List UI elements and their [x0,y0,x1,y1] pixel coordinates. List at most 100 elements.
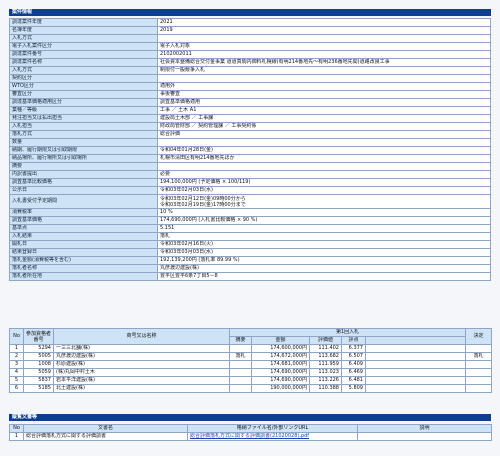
info-row: 調達案件名称 社会資本整備総合交付金事業 道道真駒内御料札幌線(有明214番地先～… [9,58,491,67]
info-value: 令和03年02月16日(火) [157,240,491,249]
doc-col-no: No [9,424,24,433]
result-name: 一三三北舗(株) [53,344,230,353]
result-blank [364,352,467,361]
info-key: 落札者名称 [9,264,158,273]
info-row: 入札方式 制限付一般競争入札 [9,66,491,75]
result-eval: 113.682 [309,352,342,361]
result-bidder-no: 5294 [23,344,54,353]
info-key: 入札方式 [9,34,158,43]
info-row: 調達案件年度 2021 [9,18,491,27]
result-remark [229,344,252,353]
info-row: 契約区分 [9,74,491,83]
doc-file-link[interactable]: 総合評価落札方式に関する評価調書(21020028).pdf [190,434,309,440]
info-value: 建設局土木部 ／ 工事課 [157,114,491,123]
col-score: 評点 [341,336,366,345]
info-value: 令和03年02月03日(水) [157,186,491,195]
info-row: 納品場所、履行場所又は引取場所 札幌市清田区有明214番地先ほか [9,154,491,163]
result-bidder-no: 5059 [23,368,54,377]
info-key: 調達基準価格適用区分 [9,98,158,107]
result-row: 6 5185 北土建設(株) 190,000,000円 110.388 5.809 [9,384,493,393]
info-value: 総合評価 [157,130,491,139]
info-value: 2102002011 [157,50,491,59]
documents-table: No 文書名 格納ファイル名/外部リンクURL 説明 1 総合評価落札方式に関する… [9,424,492,441]
result-decision [465,376,493,385]
info-row: 基準点 5.151 [9,224,491,233]
result-amount: 174,690,000円 [251,368,310,377]
result-no: 4 [9,368,24,377]
result-amount: 174,690,000円 [251,376,310,385]
info-row: 審査区分 事後審査 [9,90,491,99]
result-remark [229,376,252,385]
result-row: 1 5294 一三三北舗(株) 174,600,000円 111.402 6.377 [9,344,493,353]
info-key: 消費税率 [9,208,158,217]
result-amount: 174,681,000円 [251,360,310,369]
doc-col-name: 文書名 [23,424,188,433]
result-bidder-no: 5837 [23,376,54,385]
doc-col-note: 説明 [357,424,492,433]
result-bidder-no: 5185 [23,384,54,393]
info-key: 内訳書提出 [9,170,158,179]
result-blank [364,368,467,377]
info-row: 落札方式 総合評価 [9,130,491,139]
result-row: 5 5837 岩本平洋建設(株) 174,690,000円 113.226 6.481 [9,376,493,385]
info-value: 2021 [157,18,491,27]
info-row: 落札金額(消費税等を含む) 192,139,200円 (落札率 89.99 %) [9,256,491,265]
col-amount: 金額 [251,336,310,345]
section-header-docs: 縦覧文書等 [9,414,491,421]
result-remark: 落札 [229,352,252,361]
info-value [157,162,491,171]
result-amount: 174,672,000円 [251,352,310,361]
info-row: 内訳書提出 必要 [9,170,491,179]
result-decision [465,344,493,353]
result-score: 6.507 [341,352,366,361]
page: 案件情報 調達案件年度 2021 名簿年度 2019 入札方式 電子入札案件区分 電子入札対… [0,0,500,456]
doc-row: 1 総合評価落札方式に関する評価調書 総合評価落札方式に関する評価調書(210200… [9,432,492,441]
info-row: 調査基準価格 174,690,000円 (入札書比較価格 × 90 %) [9,216,491,225]
info-key: 業種／等級 [9,106,158,115]
info-row: 入札担当 財政局管財部 ／ 契約管理課 ／ 工事契約係 [9,122,491,131]
info-key: 結果登録日 [9,248,158,257]
info-row: 開札日 令和03年02月16日(火) [9,240,491,249]
info-value: 令和03年03月03日(水) [157,248,491,257]
result-bidder-no: 1008 [23,360,54,369]
result-eval: 111.959 [309,360,342,369]
info-value: 財政局管財部 ／ 契約管理課 ／ 工事契約係 [157,122,491,131]
info-row: 入札方式 [9,34,491,43]
info-key: 数量 [9,138,158,147]
result-remark [229,360,252,369]
result-eval: 113.023 [309,368,342,377]
result-score: 6.481 [341,376,366,385]
section-header-case-info: 案件情報 [9,9,491,16]
info-key: 納品場所、履行場所又は引取場所 [9,154,158,163]
result-blank [364,376,467,385]
result-name: (株)丸岡中村土木 [53,368,230,377]
info-key: 電子入札案件区分 [9,42,158,51]
result-name: 岩本平洋建設(株) [53,376,230,385]
result-row: 3 1008 杉原建設(株) 174,681,000円 111.959 6.409 [9,360,493,369]
result-no: 6 [9,384,24,393]
result-no: 3 [9,360,24,369]
info-value: 10 % [157,208,491,217]
info-value: 電子入札対象 [157,42,491,51]
info-row: 調達案件番号 2102002011 [9,50,491,59]
info-row: 調達基準価格適用区分 調査基準価格適用 [9,98,491,107]
result-score: 6.469 [341,368,366,377]
result-name: 杉原建設(株) [53,360,230,369]
info-value: 2019 [157,26,491,35]
result-decision: 落札 [465,352,493,361]
result-amount: 190,000,000円 [251,384,310,393]
result-bidder-no: 5005 [23,352,54,361]
info-row: 摘要 [9,162,491,171]
info-row: 電子入札案件区分 電子入札対象 [9,42,491,51]
col-no: No [9,328,24,345]
info-key: 調達案件年度 [9,18,158,27]
info-key: 調査基準比較価格 [9,178,158,187]
info-value [157,34,491,43]
info-value: 丸彦渡辺建設(株) [157,264,491,273]
col-remark: 摘要 [229,336,252,345]
result-eval: 113.226 [309,376,342,385]
result-no: 5 [9,376,24,385]
info-value: 調査基準価格適用 [157,98,491,107]
info-row: 消費税率 10 % [9,208,491,217]
info-value [157,138,491,147]
